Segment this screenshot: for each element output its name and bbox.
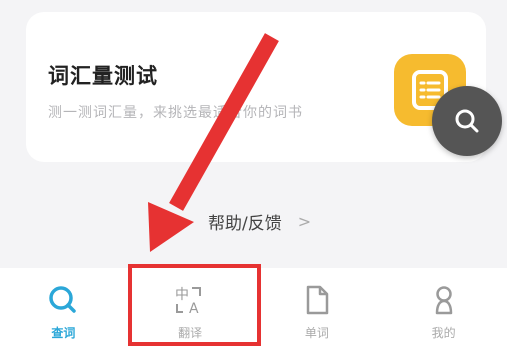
tab-words[interactable]: 单词	[254, 268, 381, 347]
vocab-test-card[interactable]: 词汇量测试 测一测词汇量，来挑选最适合你的词书	[26, 12, 486, 162]
app-screen: 词汇量测试 测一测词汇量，来挑选最适合你的词书 帮助/反馈 > 查词 中 A 翻…	[0, 0, 507, 347]
help-feedback-label: 帮助/反馈	[208, 213, 282, 234]
vocab-test-subtitle: 测一测词汇量，来挑选最适合你的词书	[48, 105, 303, 121]
chevron-right-icon: >	[297, 211, 312, 231]
svg-text:中: 中	[175, 287, 189, 303]
profile-icon	[435, 286, 452, 315]
vocab-test-title: 词汇量测试	[48, 64, 158, 88]
tab-lookup[interactable]: 查词	[0, 268, 127, 347]
translate-icon: 中 A	[175, 287, 202, 316]
search-icon	[455, 109, 479, 133]
word-doc-icon	[306, 285, 329, 315]
tab-lookup-label: 查词	[51, 326, 76, 340]
tab-translate[interactable]: 中 A 翻译	[127, 268, 254, 347]
search-icon	[49, 286, 77, 313]
help-feedback-link[interactable]: 帮助/反馈 >	[208, 208, 311, 234]
tab-words-label: 单词	[304, 326, 329, 340]
tab-profile-label: 我的	[431, 326, 456, 340]
floating-search-button[interactable]	[432, 86, 502, 156]
bottom-tab-bar: 查词 中 A 翻译 单词 我的	[0, 268, 507, 347]
svg-text:A: A	[189, 301, 199, 316]
tab-profile[interactable]: 我的	[380, 268, 507, 347]
tab-translate-label: 翻译	[178, 326, 203, 340]
